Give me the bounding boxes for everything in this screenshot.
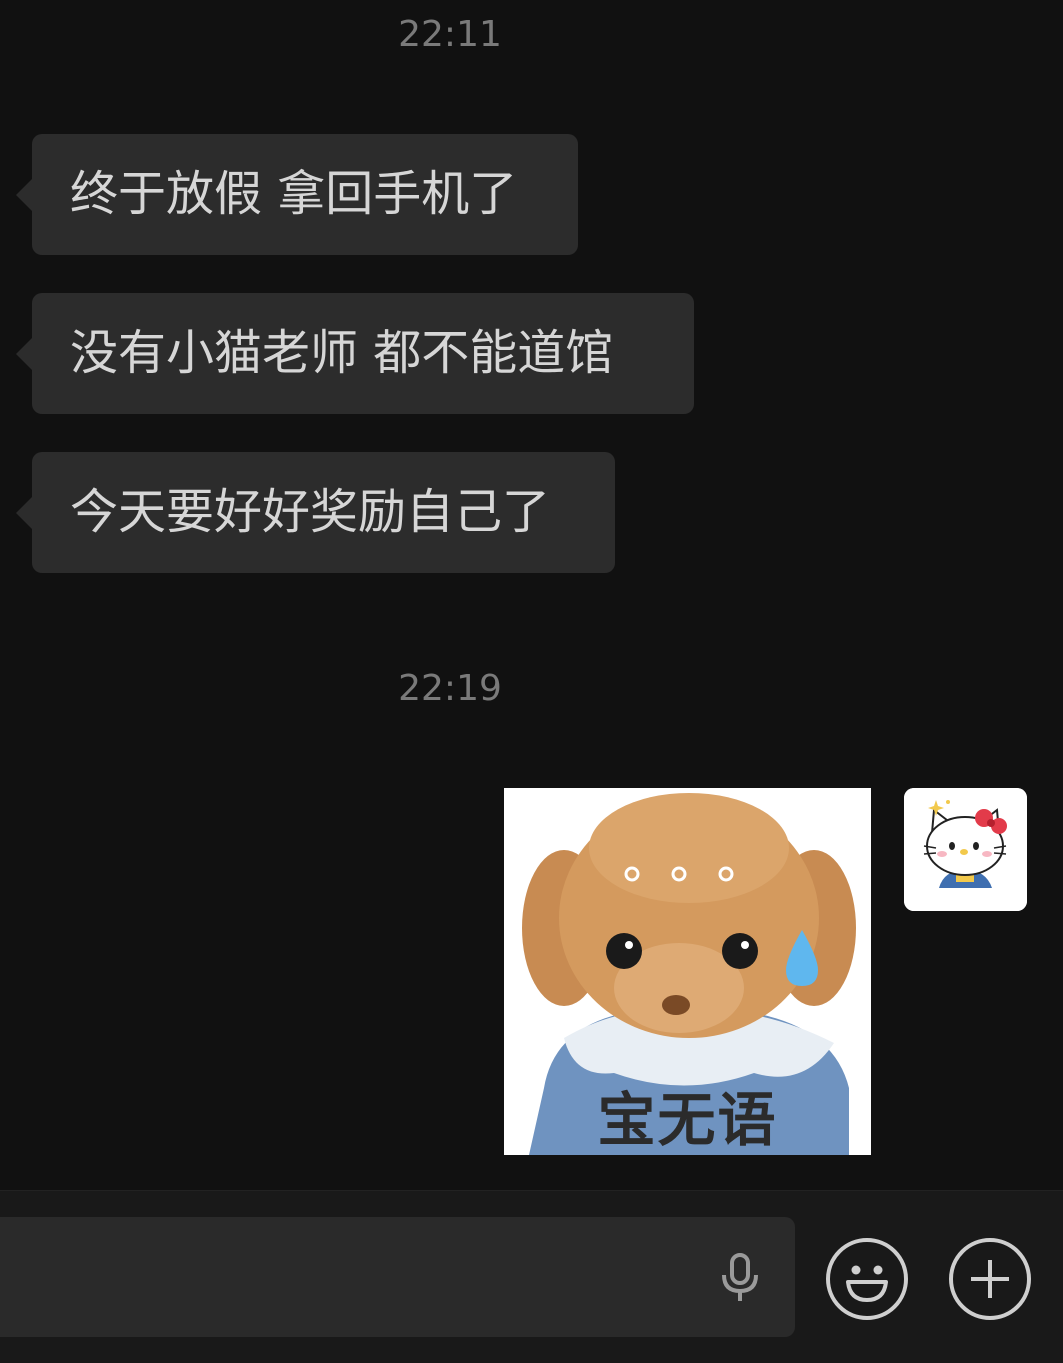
message-bubble[interactable]: 没有小猫老师 都不能道馆 <box>16 293 694 414</box>
input-bar <box>0 1190 1063 1363</box>
message-bubble[interactable]: 今天要好好奖励自己了 <box>16 452 615 573</box>
hello-kitty-avatar-icon <box>904 788 1027 911</box>
timestamp: 22:19 <box>398 668 502 709</box>
more-options-button[interactable] <box>949 1238 1031 1320</box>
microphone-icon[interactable] <box>712 1249 768 1305</box>
message-bubble[interactable]: 终于放假 拿回手机了 <box>16 134 578 255</box>
chat-area: 22:11 终于放假 拿回手机了 没有小猫老师 都不能道馆 今天要好好奖励自己了… <box>0 0 1063 1190</box>
smiley-face-icon <box>846 1265 888 1302</box>
message-input[interactable] <box>0 1217 795 1337</box>
emoji-button[interactable] <box>826 1238 908 1320</box>
sticker-message[interactable]: 宝无语 <box>504 788 871 1155</box>
timestamp: 22:11 <box>398 14 502 55</box>
plus-icon <box>971 1260 1009 1298</box>
user-avatar[interactable] <box>904 788 1027 911</box>
sticker-caption: 宝无语 <box>597 1086 778 1154</box>
